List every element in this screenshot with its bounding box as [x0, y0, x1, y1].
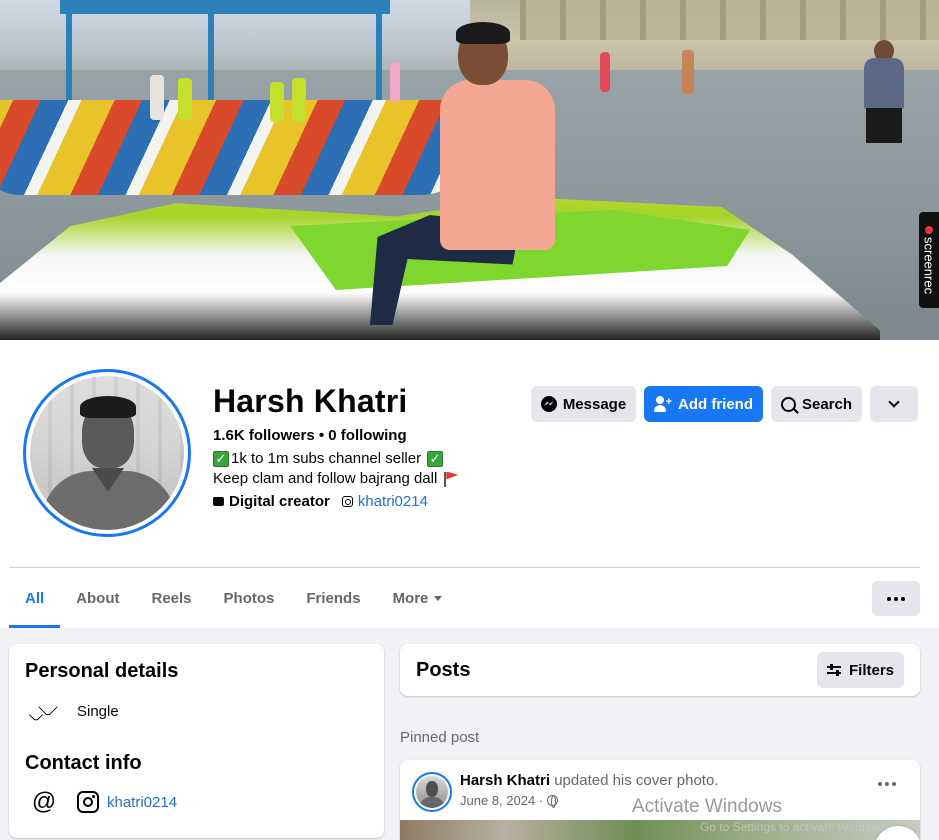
check-mark-icon: ✓: [427, 450, 444, 467]
post-date-text[interactable]: June 8, 2024 ·: [460, 793, 543, 808]
bio-line-2-text: Keep clam and follow bajrang dall: [213, 470, 438, 487]
search-button[interactable]: Search: [771, 386, 862, 422]
tab-all-label: All: [25, 589, 45, 607]
followers-count[interactable]: 1.6K followers • 0 following: [213, 427, 407, 444]
profile-tabs: All About Reels Photos Friends More: [9, 568, 458, 628]
instagram-handle[interactable]: khatri0214: [358, 493, 428, 510]
tab-reels[interactable]: Reels: [136, 568, 208, 628]
intro-card: Personal details Single Contact info @ k…: [9, 644, 384, 838]
post-author-name[interactable]: Harsh Khatri: [460, 772, 550, 789]
filters-button[interactable]: Filters: [817, 652, 904, 688]
posts-header-card: Posts Filters: [400, 644, 920, 696]
profile-avatar[interactable]: [23, 369, 191, 537]
post-header: Harsh Khatri updated his cover photo.: [460, 772, 719, 789]
cover-rider-hair: [456, 22, 510, 44]
cover-fence: [520, 0, 939, 40]
filters-label: Filters: [848, 661, 894, 679]
instagram-link[interactable]: khatri0214: [341, 493, 428, 510]
cover-bystander-small: [600, 52, 610, 92]
bio-line-1-text: 1k to 1m subs channel seller: [231, 450, 422, 467]
cover-bystander-small: [390, 62, 400, 102]
cover-boat: [0, 100, 480, 195]
flag-icon: [443, 471, 459, 487]
contact-info-title: Contact info: [25, 752, 142, 774]
cover-boat-passenger: [270, 82, 284, 122]
cover-rider-shirt: [440, 80, 555, 250]
tabs-overflow-button[interactable]: [872, 581, 920, 616]
at-icon: @: [31, 788, 57, 815]
cover-boat-passenger: [150, 75, 164, 120]
relationship-row: Single: [25, 696, 119, 726]
record-dot-icon: [925, 225, 933, 234]
messenger-icon: [540, 396, 557, 412]
instagram-icon: [77, 791, 99, 813]
hearts-icon: [25, 696, 63, 726]
sliders-icon: [826, 664, 841, 676]
contact-row: @ khatri0214: [25, 788, 177, 816]
cover-photo[interactable]: [0, 0, 939, 340]
bio-line-1: ✓ 1k to 1m subs channel seller ✓: [213, 450, 444, 467]
activate-windows-subtext: Go to Settings to activate Windows.: [700, 820, 890, 834]
tab-about-label: About: [76, 589, 120, 607]
cover-bystander: [860, 40, 908, 175]
post-action-text: updated his cover photo.: [554, 772, 719, 789]
cover-boat-canopy: [60, 0, 390, 14]
posts-title: Posts: [416, 659, 471, 681]
instagram-icon: [341, 496, 353, 507]
profile-name: Harsh Khatri: [213, 383, 408, 419]
category-label: Digital creator: [229, 493, 330, 510]
add-friend-button[interactable]: + Add friend: [644, 386, 763, 422]
add-user-icon: +: [654, 396, 672, 412]
tab-photos[interactable]: Photos: [208, 568, 291, 628]
ellipsis-icon: [878, 782, 882, 786]
avatar-image: [30, 376, 184, 530]
personal-details-title: Personal details: [25, 660, 179, 682]
check-mark-icon: ✓: [213, 450, 229, 467]
post-timestamp: June 8, 2024 ·: [460, 793, 559, 808]
tab-photos-label: Photos: [223, 589, 275, 607]
cover-bystander-small: [682, 50, 694, 94]
cover-boat-passenger: [178, 78, 192, 120]
activate-windows-watermark: Activate Windows: [632, 796, 782, 817]
post-author-avatar[interactable]: [412, 772, 452, 812]
message-button[interactable]: Message: [531, 386, 636, 422]
pinned-post-label: Pinned post: [400, 729, 480, 746]
followers-text[interactable]: 1.6K followers • 0 following: [213, 427, 407, 444]
tab-all[interactable]: All: [9, 568, 61, 628]
profile-meta: Digital creator khatri0214: [213, 493, 428, 510]
cover-boat-pole: [208, 0, 214, 110]
tab-friends[interactable]: Friends: [290, 568, 376, 628]
search-icon: [780, 396, 796, 412]
add-friend-button-label: Add friend: [678, 395, 753, 413]
post-options-button[interactable]: [878, 782, 896, 786]
screenrec-tab[interactable]: screenrec: [919, 212, 939, 308]
tab-reels-label: Reels: [151, 589, 192, 607]
tab-more-label: More: [392, 589, 429, 607]
message-button-label: Message: [562, 395, 627, 413]
briefcase-icon: [213, 497, 224, 506]
bio-line-2: Keep clam and follow bajrang dall: [213, 470, 459, 487]
tab-more[interactable]: More: [377, 568, 459, 628]
screenrec-label: screenrec: [921, 236, 937, 295]
chevron-down-icon: [888, 396, 900, 408]
globe-icon: [547, 795, 559, 808]
search-button-label: Search: [801, 395, 853, 413]
more-options-button[interactable]: [870, 386, 918, 422]
tab-about[interactable]: About: [60, 568, 135, 628]
ellipsis-icon: [887, 596, 891, 601]
contact-instagram-link[interactable]: khatri0214: [107, 794, 177, 811]
relationship-status: Single: [77, 702, 119, 720]
tab-friends-label: Friends: [306, 589, 361, 607]
caret-down-icon: [434, 595, 443, 601]
cover-boat-passenger: [292, 78, 306, 122]
category: Digital creator: [213, 493, 330, 510]
